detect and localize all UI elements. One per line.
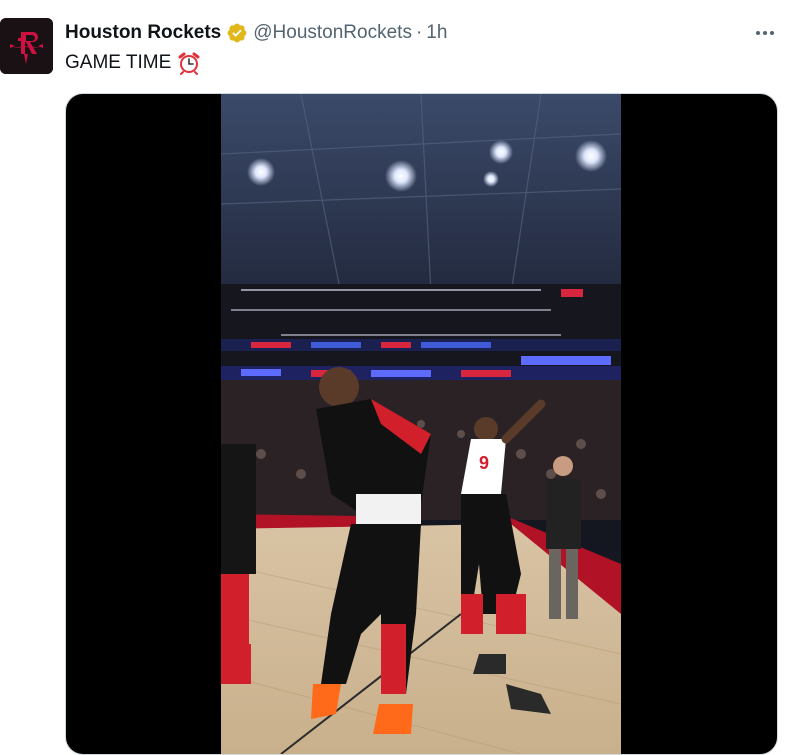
avatar[interactable]	[0, 18, 53, 74]
tweet-media[interactable]: 9	[65, 93, 778, 755]
tweet-text-content: GAME TIME	[65, 52, 172, 73]
timestamp[interactable]: 1h	[426, 22, 447, 44]
tweet-header: Houston Rockets @HoustonRockets · 1h	[65, 20, 447, 46]
tweet-card[interactable]: Houston Rockets @HoustonRockets · 1h GAM…	[0, 0, 802, 755]
separator-dot: ·	[415, 22, 423, 43]
author-name[interactable]: Houston Rockets	[65, 22, 221, 44]
verified-badge-icon	[226, 22, 248, 44]
author-handle[interactable]: @HoustonRockets	[253, 22, 412, 44]
more-options-icon[interactable]	[751, 22, 779, 44]
tweet-text: GAME TIME	[65, 51, 201, 75]
basketball-video-icon[interactable]: 9	[221, 94, 621, 754]
svg-text:9: 9	[479, 453, 489, 473]
houston-rockets-logo-icon	[0, 18, 53, 74]
alarm-clock-icon	[177, 51, 201, 75]
